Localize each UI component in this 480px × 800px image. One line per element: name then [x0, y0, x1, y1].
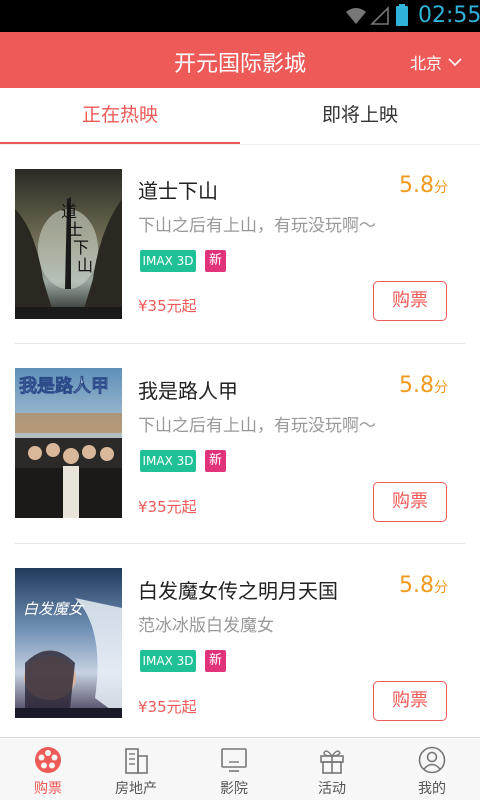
movie-price: ¥35元起: [138, 297, 197, 315]
wifi-icon: [346, 8, 366, 24]
svg-text:道: 道: [61, 202, 77, 221]
city-label: 北京: [409, 54, 442, 73]
film-reel-icon: [35, 747, 61, 773]
format-badge: IMAX 3D: [140, 450, 196, 472]
app-header: 开元国际影城 北京: [0, 32, 480, 88]
status-bar: 02:55: [0, 0, 480, 32]
movie-description: 下山之后有上山，有玩没玩啊～: [138, 416, 376, 436]
movie-rating: 5.8分: [399, 573, 448, 598]
movie-item[interactable]: 道 士 下 山 道士下山 5.8分 下山之后有上山，有玩没玩啊～ IMAX 3D…: [0, 145, 480, 345]
movie-poster[interactable]: 白发魔女: [15, 568, 122, 718]
movie-rating: 5.8分: [399, 173, 448, 198]
movie-item[interactable]: 白发魔女 白发魔女传之明月天国 5.8分 范冰冰版白发魔女 IMAX 3D 新 …: [0, 545, 480, 745]
new-badge: 新: [205, 250, 226, 272]
new-badge: 新: [205, 650, 226, 672]
poster-title-text: 我是路人甲: [19, 375, 109, 397]
list-divider: [15, 343, 465, 344]
svg-text:白发魔女: 白发魔女: [23, 600, 85, 618]
movie-rating: 5.8分: [399, 373, 448, 398]
movie-title: 我是路人甲: [138, 379, 238, 403]
nav-item-tickets[interactable]: 购票: [0, 738, 96, 800]
new-badge: 新: [205, 450, 226, 472]
chevron-down-icon: [448, 58, 462, 67]
movie-description: 下山之后有上山，有玩没玩啊～: [138, 216, 376, 236]
city-selector[interactable]: 北京: [410, 50, 462, 74]
battery-icon: [396, 4, 408, 26]
buy-ticket-button[interactable]: 购票: [373, 681, 447, 721]
svg-text:山: 山: [77, 256, 93, 275]
building-icon: [125, 748, 148, 774]
movie-item[interactable]: 我是路人甲 我是路人甲 5.8分 下山之后有上山，有玩没玩啊～ IMAX 3D …: [0, 345, 480, 545]
movie-poster[interactable]: 道 士 下 山: [15, 169, 122, 319]
nav-item-events[interactable]: 活动: [284, 738, 380, 800]
movie-title: 道士下山: [138, 179, 218, 203]
nav-label: 房地产: [115, 781, 157, 797]
svg-text:下: 下: [73, 238, 89, 257]
tab-coming-soon[interactable]: 即将上映: [240, 88, 480, 144]
screen-icon: [221, 748, 247, 772]
nav-item-cinema[interactable]: 影院: [186, 738, 282, 800]
movie-price: ¥35元起: [138, 498, 197, 516]
tab-bar: 正在热映 即将上映: [0, 88, 480, 144]
nav-item-real-estate[interactable]: 房地产: [88, 738, 184, 800]
bottom-nav: 购票 房地产 影院 活动 我的: [0, 737, 480, 800]
svg-text:士: 士: [67, 220, 83, 239]
nav-label: 购票: [34, 781, 62, 797]
user-icon: [418, 746, 446, 774]
nav-item-profile[interactable]: 我的: [384, 738, 480, 800]
format-badge: IMAX 3D: [140, 650, 196, 672]
movie-title: 白发魔女传之明月天国: [138, 579, 338, 603]
format-badge: IMAX 3D: [140, 250, 196, 272]
gift-icon: [320, 750, 344, 774]
nav-label: 活动: [318, 781, 346, 797]
movie-price: ¥35元起: [138, 698, 197, 716]
page-title: 开元国际影城: [173, 52, 306, 77]
clock: 02:55: [418, 3, 480, 28]
buy-ticket-button[interactable]: 购票: [373, 281, 447, 321]
movie-poster[interactable]: 我是路人甲: [15, 368, 122, 518]
nav-label: 我的: [418, 781, 446, 797]
movie-description: 范冰冰版白发魔女: [138, 616, 274, 636]
signal-icon: [370, 6, 389, 25]
buy-ticket-button[interactable]: 购票: [373, 482, 447, 522]
nav-label: 影院: [220, 781, 248, 797]
list-divider: [15, 543, 465, 544]
tab-now-showing[interactable]: 正在热映: [0, 88, 240, 144]
